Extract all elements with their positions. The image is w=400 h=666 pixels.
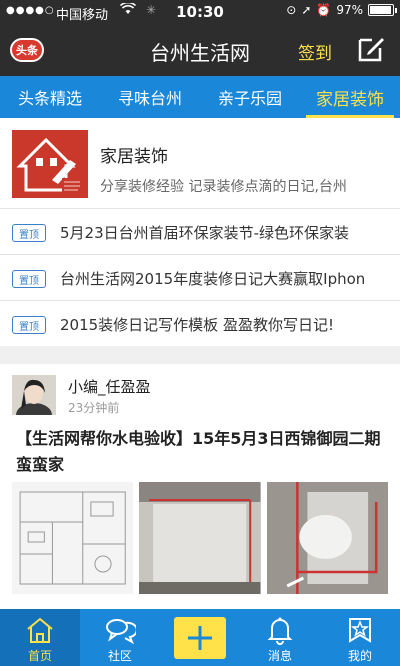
tab-food[interactable]: 寻味台州 xyxy=(100,76,200,118)
location-arrow-icon: ➚ xyxy=(301,3,312,17)
tab-headlines[interactable]: 头条精选 xyxy=(0,76,100,118)
channel-title: 家居装饰 xyxy=(100,147,168,167)
post-time: 23分钟前 xyxy=(68,401,120,415)
nav-label: 社区 xyxy=(107,649,132,663)
nav-label: 我的 xyxy=(347,649,372,663)
pinned-item[interactable]: 置顶 台州生活网2015年度装修日记大赛赢取Iphon xyxy=(0,254,400,300)
nav-label: 首页 xyxy=(27,649,52,663)
post-card[interactable]: 小编_任盈盈 23分钟前 【生活网帮你水电验收】15年5月3日西锦御园二期蛮蛮家 xyxy=(0,364,400,609)
tab-label: 家居装饰 xyxy=(316,89,384,110)
tab-label: 亲子乐园 xyxy=(217,89,282,108)
checkin-button[interactable]: 签到 xyxy=(298,39,332,64)
avatar[interactable] xyxy=(12,375,56,415)
battery-icon xyxy=(368,4,397,16)
post-author[interactable]: 小编_任盈盈 xyxy=(68,376,151,397)
battery-fill xyxy=(370,6,391,14)
top-bar: ●●●●○ 中国移动 ✳ 10:30 ⊙ ➚ ⏰ 97% 头条 台州生活网 签到 xyxy=(0,0,400,76)
post-image-wall[interactable] xyxy=(139,482,261,594)
pinned-list: 置顶 5月23日台州首届环保家装节-绿色环保家装 置顶 台州生活网2015年度装… xyxy=(0,208,400,346)
tab-label: 寻味台州 xyxy=(117,89,182,108)
edit-icon[interactable] xyxy=(356,34,386,64)
pinned-title: 台州生活网2015年度装修日记大赛赢取Iphon xyxy=(60,270,366,288)
post-image-pipes[interactable] xyxy=(266,482,388,594)
status-bar: ●●●●○ 中国移动 ✳ 10:30 ⊙ ➚ ⏰ 97% xyxy=(0,0,400,24)
post-title[interactable]: 【生活网帮你水电验收】15年5月3日西锦御园二期蛮蛮家 xyxy=(16,426,392,478)
alarm-clock-icon: ⏰ xyxy=(316,3,332,17)
category-tabs: 头条精选 寻味台州 亲子乐园 家居装饰 xyxy=(0,76,400,118)
nav-post-button[interactable] xyxy=(160,609,240,666)
status-right-group: ⊙ ➚ ⏰ 97% xyxy=(286,3,397,17)
channel-thumbnail xyxy=(12,130,88,198)
tab-label: 头条精选 xyxy=(17,89,82,108)
nav-messages[interactable]: 消息 xyxy=(240,609,320,666)
pinned-badge: 置顶 xyxy=(12,270,46,288)
pinned-badge: 置顶 xyxy=(12,224,46,242)
bottom-nav: 首页 社区 消息 我的 xyxy=(0,609,400,666)
nav-label: 消息 xyxy=(267,649,292,663)
pinned-title: 2015装修日记写作模板 盈盈教你写日记! xyxy=(60,316,334,334)
channel-header[interactable]: 家居装饰 分享装修经验 记录装修点滴的日记,台州 xyxy=(0,118,400,208)
battery-percent: 97% xyxy=(336,3,363,17)
orientation-lock-icon: ⊙ xyxy=(286,3,297,17)
home-icon xyxy=(27,617,53,643)
chat-bubbles-icon xyxy=(106,619,136,645)
profile-star-icon xyxy=(349,618,371,643)
channel-description: 分享装修经验 记录装修点滴的日记,台州 xyxy=(100,179,347,195)
pinned-item[interactable]: 置顶 5月23日台州首届环保家装节-绿色环保家装 xyxy=(0,208,400,254)
app-title: 台州生活网 xyxy=(150,41,250,65)
nav-home[interactable]: 首页 xyxy=(0,609,80,666)
bell-icon xyxy=(267,617,293,645)
post-images xyxy=(12,482,388,594)
pinned-item[interactable]: 置顶 2015装修日记写作模板 盈盈教你写日记! xyxy=(0,300,400,346)
tab-family[interactable]: 亲子乐园 xyxy=(200,76,300,118)
post-image-floorplan[interactable] xyxy=(12,482,134,594)
nav-profile[interactable]: 我的 xyxy=(320,609,400,666)
nav-community[interactable]: 社区 xyxy=(80,609,160,666)
pinned-title: 5月23日台州首届环保家装节-绿色环保家装 xyxy=(60,224,350,242)
plus-icon xyxy=(174,617,226,659)
tab-home-decor[interactable]: 家居装饰 xyxy=(300,76,400,118)
pinned-badge: 置顶 xyxy=(12,316,46,334)
